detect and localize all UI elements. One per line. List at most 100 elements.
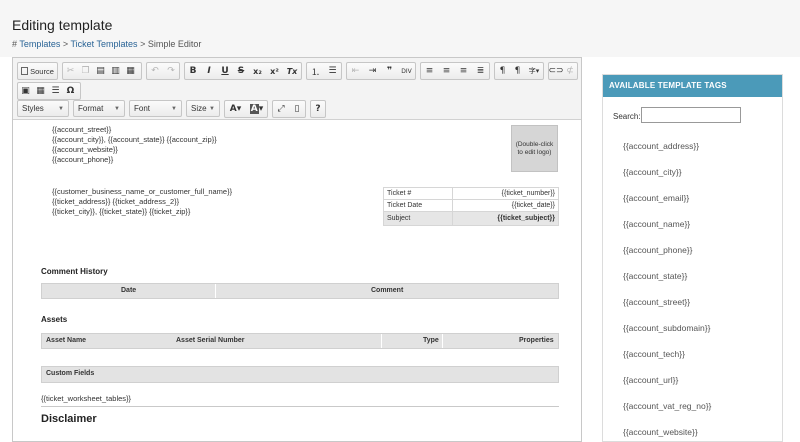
breadcrumb-ticket-templates-link[interactable]: Ticket Templates bbox=[71, 39, 138, 49]
chevron-down-icon: ▼ bbox=[58, 105, 64, 112]
chevron-down-icon: ▼ bbox=[171, 105, 177, 112]
tag-item[interactable]: {{account_street}} bbox=[623, 297, 690, 307]
unlink-icon[interactable]: ⊄ bbox=[563, 63, 577, 79]
bg-color-icon[interactable]: A ▾ bbox=[246, 101, 267, 117]
customer-address: {{ticket_address}} {{ticket_address_2}} bbox=[52, 197, 180, 206]
editor-content[interactable]: {{account_street}} {{account_city}}, {{a… bbox=[13, 120, 581, 441]
paste-text-icon[interactable]: ▥ bbox=[108, 63, 123, 79]
tag-item[interactable]: {{account_city}} bbox=[623, 167, 682, 177]
subject-label: Subject bbox=[382, 211, 454, 226]
remove-format-button[interactable]: Tx bbox=[283, 63, 301, 79]
font-label: Font bbox=[134, 104, 151, 113]
comment-history-header: Date Comment bbox=[41, 283, 559, 299]
tag-item[interactable]: {{account_email}} bbox=[623, 193, 689, 203]
page-title: Editing template bbox=[12, 17, 113, 33]
special-char-icon[interactable]: Ω bbox=[63, 83, 78, 99]
align-left-icon[interactable]: ≡ bbox=[421, 63, 438, 79]
column-header-properties: Properties bbox=[519, 337, 554, 344]
table-row: Subject {{ticket_subject}} bbox=[382, 211, 559, 226]
outdent-icon[interactable]: ⇤ bbox=[347, 63, 364, 79]
horizontal-line-icon[interactable]: ☰ bbox=[48, 83, 63, 99]
strikethrough-button[interactable]: S bbox=[233, 63, 249, 79]
align-group: ≡ ≡ ≡ ≣ bbox=[420, 62, 490, 80]
superscript-button[interactable]: x² bbox=[266, 63, 283, 79]
customer-name: {{customer_business_name_or_customer_ful… bbox=[52, 187, 233, 196]
table-row: Ticket Date {{ticket_date}} bbox=[382, 199, 559, 212]
redo-icon[interactable]: ↷ bbox=[163, 63, 179, 79]
text-color-icon[interactable]: A▾ bbox=[225, 101, 246, 117]
search-input[interactable] bbox=[641, 107, 741, 123]
column-header-asset-name: Asset Name bbox=[46, 337, 87, 344]
copy-icon[interactable]: ❐ bbox=[78, 63, 93, 79]
breadcrumb-templates-link[interactable]: Templates bbox=[19, 39, 60, 49]
column-divider bbox=[215, 284, 216, 298]
tag-item[interactable]: {{account_website}} bbox=[623, 427, 698, 437]
language-icon[interactable]: 字▾ bbox=[525, 63, 543, 79]
format-label: Format bbox=[78, 104, 104, 113]
ticket-date-label: Ticket Date bbox=[382, 199, 454, 212]
div-icon[interactable]: DIV bbox=[398, 63, 415, 79]
chevron-down-icon: ▼ bbox=[209, 105, 215, 112]
tag-item[interactable]: {{account_address}} bbox=[623, 141, 699, 151]
help-button[interactable]: ? bbox=[311, 101, 325, 117]
link-icon[interactable]: ⊂⊃ bbox=[548, 63, 563, 79]
align-center-icon[interactable]: ≡ bbox=[438, 63, 455, 79]
tag-item[interactable]: {{account_name}} bbox=[623, 219, 690, 229]
editor-toolbar: Source ✂ ❐ ▤ ▥ ▦ ↶ ↷ B I U S x₂ x² Tx ⒈ … bbox=[13, 58, 581, 120]
direction-group: ¶ ¶ 字▾ bbox=[494, 62, 544, 80]
bulleted-list-icon[interactable]: ☰ bbox=[324, 63, 341, 79]
breadcrumb-hash: # bbox=[12, 39, 18, 49]
paste-icon[interactable]: ▤ bbox=[93, 63, 108, 79]
paste-word-icon[interactable]: ▦ bbox=[123, 63, 138, 79]
ticket-date-value: {{ticket_date}} bbox=[452, 199, 559, 212]
styles-dropdown[interactable]: Styles ▼ bbox=[17, 100, 69, 117]
ltr-icon[interactable]: ¶ bbox=[495, 63, 510, 79]
font-dropdown[interactable]: Font ▼ bbox=[129, 100, 182, 117]
italic-button[interactable]: I bbox=[201, 63, 217, 79]
column-divider bbox=[442, 334, 443, 348]
rtl-icon[interactable]: ¶ bbox=[510, 63, 525, 79]
image-icon[interactable]: ▣ bbox=[18, 83, 33, 99]
undo-icon[interactable]: ↶ bbox=[147, 63, 163, 79]
align-right-icon[interactable]: ≡ bbox=[455, 63, 472, 79]
subscript-button[interactable]: x₂ bbox=[249, 63, 266, 79]
comment-history-title: Comment History bbox=[41, 267, 108, 276]
tag-item[interactable]: {{account_url}} bbox=[623, 375, 678, 385]
cut-icon[interactable]: ✂ bbox=[63, 63, 78, 79]
format-dropdown[interactable]: Format ▼ bbox=[73, 100, 125, 117]
account-city-line: {{account_city}}, {{account_state}} {{ac… bbox=[52, 135, 217, 144]
size-dropdown[interactable]: Size ▼ bbox=[186, 100, 220, 117]
blockquote-icon[interactable]: ❞ bbox=[381, 63, 398, 79]
indent-icon[interactable]: ⇥ bbox=[364, 63, 381, 79]
customer-city-line: {{ticket_city}}, {{ticket_state}} {{tick… bbox=[52, 207, 191, 216]
bold-button[interactable]: B bbox=[185, 63, 201, 79]
styles-label: Styles bbox=[22, 104, 44, 113]
tag-item[interactable]: {{account_phone}} bbox=[623, 245, 693, 255]
breadcrumb-separator: > bbox=[140, 39, 146, 49]
column-divider bbox=[381, 334, 382, 348]
show-blocks-icon[interactable]: ▯ bbox=[289, 101, 305, 117]
custom-fields-header: Custom Fields bbox=[41, 366, 559, 383]
template-tags-panel: AVAILABLE TEMPLATE TAGS Search: {{accoun… bbox=[602, 74, 783, 442]
column-header-type: Type bbox=[423, 337, 439, 344]
numbered-list-icon[interactable]: ⒈ bbox=[307, 63, 324, 79]
divider bbox=[41, 406, 559, 407]
tag-item[interactable]: {{account_vat_reg_no}} bbox=[623, 401, 711, 411]
table-icon[interactable]: ▦ bbox=[33, 83, 48, 99]
maximize-icon[interactable]: ⤢ bbox=[273, 101, 289, 117]
source-button[interactable]: Source bbox=[18, 63, 57, 79]
source-label: Source bbox=[30, 66, 54, 76]
source-group: Source bbox=[17, 62, 58, 80]
tag-item[interactable]: {{account_tech}} bbox=[623, 349, 685, 359]
underline-button[interactable]: U bbox=[217, 63, 233, 79]
tag-item[interactable]: {{account_subdomain}} bbox=[623, 323, 710, 333]
ticket-number-value: {{ticket_number}} bbox=[452, 187, 559, 200]
rich-text-editor: Source ✂ ❐ ▤ ▥ ▦ ↶ ↷ B I U S x₂ x² Tx ⒈ … bbox=[12, 57, 582, 442]
logo-text-line: to edit logo) bbox=[517, 148, 552, 156]
help-group: ? bbox=[310, 100, 326, 118]
tag-item[interactable]: {{account_state}} bbox=[623, 271, 687, 281]
logo-placeholder[interactable]: (Double-click to edit logo) bbox=[511, 125, 558, 172]
tools-group: ⤢ ▯ bbox=[272, 100, 306, 118]
table-row: Ticket # {{ticket_number}} bbox=[382, 187, 559, 200]
justify-icon[interactable]: ≣ bbox=[472, 63, 489, 79]
